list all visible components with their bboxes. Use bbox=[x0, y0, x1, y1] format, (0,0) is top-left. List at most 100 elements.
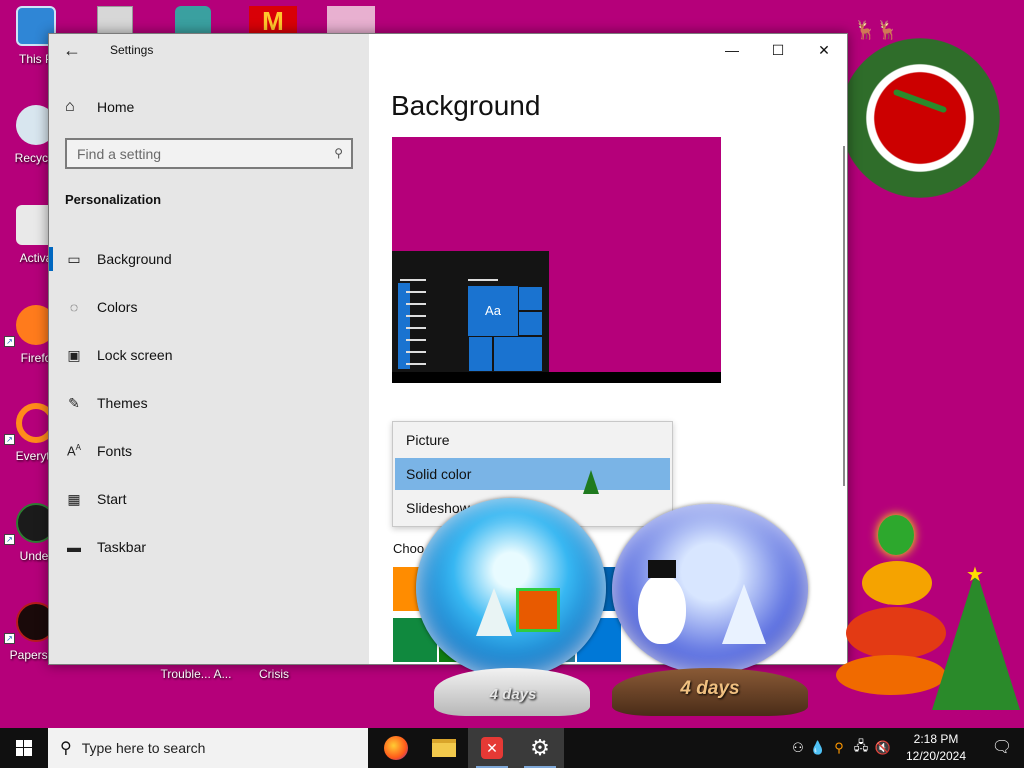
preview-line bbox=[406, 351, 426, 353]
settings-search-box[interactable]: ⚲ bbox=[65, 138, 353, 169]
taskbar-app-firefox[interactable] bbox=[372, 728, 420, 768]
desktop-icon-top-2[interactable] bbox=[175, 6, 211, 34]
shortcut-arrow-icon: ↗ bbox=[4, 434, 15, 445]
nav-item-label: Lock screen bbox=[97, 347, 173, 363]
nav-item-label: Themes bbox=[97, 395, 148, 411]
scrollbar[interactable] bbox=[843, 146, 845, 486]
desktop-icon-top-4[interactable] bbox=[327, 6, 375, 34]
palette-icon: ◌ bbox=[69, 299, 79, 315]
globe-left-label: 4 days bbox=[489, 686, 537, 703]
notification-center-button[interactable]: 🗨 bbox=[980, 728, 1024, 768]
font-icon: AA bbox=[66, 443, 81, 459]
christmas-tree-icon bbox=[932, 570, 1020, 710]
nav-item-label: Taskbar bbox=[97, 539, 147, 555]
taskbar-clock[interactable]: 2:18 PM 12/20/2024 bbox=[904, 731, 968, 765]
page-title: Background bbox=[391, 90, 541, 121]
home-nav-item[interactable]: ⌂ Home bbox=[65, 95, 134, 119]
pine-tree-icon bbox=[476, 588, 512, 636]
search-icon: ⚲ bbox=[334, 146, 343, 160]
dropdown-option-picture[interactable]: Picture bbox=[395, 424, 670, 456]
preview-tile bbox=[518, 286, 543, 311]
desktop-icon-crisis[interactable]: Crisis bbox=[238, 667, 310, 681]
nav-item-label: Background bbox=[97, 251, 172, 267]
back-button[interactable]: ← bbox=[57, 37, 87, 63]
settings-sidebar: ← Settings ⌂ Home ⚲ Personalization ▭ Ba… bbox=[49, 34, 369, 664]
start-icon: ▦ bbox=[67, 490, 81, 507]
wreath-clock-widget: 🦌🦌 bbox=[840, 20, 1010, 215]
home-icon: ⌂ bbox=[65, 98, 75, 115]
preview-start-menu: Aa bbox=[392, 251, 549, 372]
reindeer-icon: 🦌🦌 bbox=[854, 20, 899, 40]
start-button[interactable] bbox=[0, 728, 48, 768]
preview-tile bbox=[493, 336, 543, 372]
preview-sample-tile: Aa bbox=[468, 286, 518, 336]
tree-spiral-base bbox=[836, 655, 946, 695]
mcdonalds-icon[interactable]: M bbox=[249, 6, 297, 36]
preview-line bbox=[406, 303, 426, 305]
clock-date: 12/20/2024 bbox=[905, 749, 967, 763]
preview-line bbox=[468, 279, 498, 281]
taskbar: ⚲ Type here to search ✕ ⚙ ⚇ 💧 ⚲ 🖧 🔇 2:18… bbox=[0, 728, 1024, 768]
background-preview: Aa bbox=[392, 137, 721, 383]
nav-item-fonts[interactable]: AA Fonts bbox=[49, 427, 369, 475]
top-hat-icon bbox=[648, 560, 676, 578]
nav-item-colors[interactable]: ◌ Colors bbox=[49, 283, 369, 331]
tray-search-icon[interactable]: ⚲ bbox=[828, 740, 850, 756]
personalization-nav: ▭ Background ◌ Colors ▣ Lock screen ✎ Th… bbox=[49, 235, 369, 571]
minimize-button[interactable]: — bbox=[709, 34, 755, 66]
tree-spiral-top bbox=[878, 515, 914, 555]
preview-tile bbox=[468, 336, 493, 372]
search-icon: ⚲ bbox=[60, 740, 72, 757]
nav-item-lock-screen[interactable]: ▣ Lock screen bbox=[49, 331, 369, 379]
preview-line bbox=[406, 315, 426, 317]
preview-app-list bbox=[398, 283, 410, 369]
desktop-icon-troubleshoot[interactable]: Trouble... A... bbox=[160, 667, 232, 681]
settings-search-input[interactable] bbox=[67, 140, 351, 167]
lock-screen-icon: ▣ bbox=[67, 346, 81, 363]
wreath-ring bbox=[840, 38, 1000, 198]
taskbar-app-settings[interactable]: ⚙ bbox=[516, 728, 564, 768]
tree-spiral-low bbox=[846, 607, 946, 659]
tray-people-icon[interactable]: ⚇ bbox=[788, 740, 808, 756]
section-heading: Personalization bbox=[65, 192, 162, 207]
close-button[interactable]: ✕ bbox=[801, 34, 847, 66]
preview-tile bbox=[518, 311, 543, 336]
shortcut-arrow-icon: ↗ bbox=[4, 633, 15, 644]
star-icon: ★ bbox=[966, 564, 984, 586]
notification-icon: 🗨 bbox=[991, 739, 1013, 756]
shortcut-arrow-icon: ↗ bbox=[4, 336, 15, 347]
preview-line bbox=[400, 279, 426, 281]
preview-line bbox=[406, 291, 426, 293]
nav-item-label: Fonts bbox=[97, 443, 133, 459]
taskbar-search-placeholder: Type here to search bbox=[81, 740, 206, 756]
file-explorer-icon bbox=[432, 739, 456, 757]
gift-boxes-icon bbox=[516, 588, 560, 632]
nav-item-label: Colors bbox=[97, 299, 138, 315]
taskbar-app-close-tool[interactable]: ✕ bbox=[468, 728, 516, 768]
taskbar-icon: ▬ bbox=[67, 539, 81, 555]
nav-item-start[interactable]: ▦ Start bbox=[49, 475, 369, 523]
nav-item-themes[interactable]: ✎ Themes bbox=[49, 379, 369, 427]
maximize-button[interactable]: ☐ bbox=[755, 34, 801, 66]
pine-tree-icon bbox=[722, 584, 766, 644]
preview-line bbox=[406, 363, 426, 365]
christmas-tree-cursor-icon bbox=[583, 470, 599, 494]
tray-drop-icon[interactable]: 💧 bbox=[808, 740, 828, 756]
desktop-icon-label: Trouble... A... bbox=[160, 667, 232, 681]
preview-taskbar bbox=[392, 372, 721, 383]
preview-line bbox=[406, 339, 426, 341]
nav-item-taskbar[interactable]: ▬ Taskbar bbox=[49, 523, 369, 571]
taskbar-search-box[interactable]: ⚲ Type here to search bbox=[48, 728, 368, 768]
dropdown-option-solid-color[interactable]: Solid color bbox=[395, 458, 670, 490]
system-tray: ⚇ 💧 ⚲ 🖧 🔇 bbox=[788, 728, 894, 768]
nav-item-background[interactable]: ▭ Background bbox=[49, 235, 369, 283]
tray-network-icon[interactable]: 🖧 bbox=[850, 737, 872, 759]
taskbar-app-file-explorer[interactable] bbox=[420, 728, 468, 768]
tray-volume-icon[interactable]: 🔇 bbox=[872, 740, 894, 756]
desktop-icon-top-1[interactable] bbox=[97, 6, 133, 34]
close-app-icon: ✕ bbox=[481, 737, 503, 759]
shortcut-arrow-icon: ↗ bbox=[4, 534, 15, 545]
home-label: Home bbox=[97, 99, 135, 115]
choose-color-label: Choo bbox=[393, 541, 425, 556]
nav-item-label: Start bbox=[97, 491, 127, 507]
